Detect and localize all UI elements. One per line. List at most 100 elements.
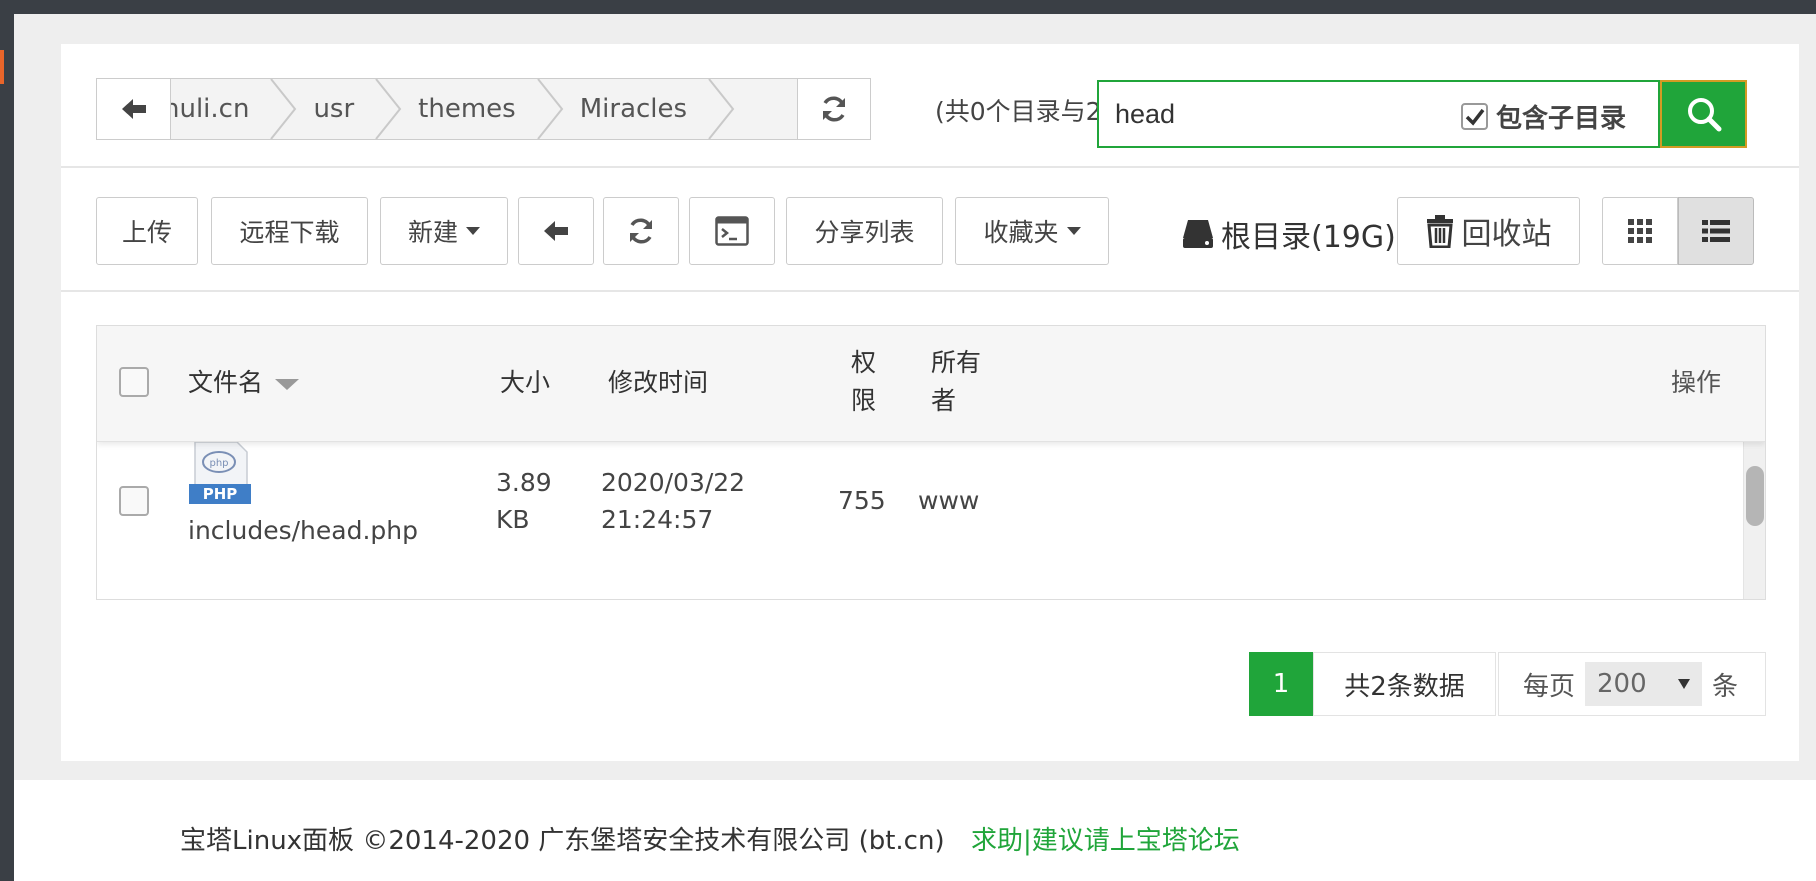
column-header-owner-line1: 所有	[931, 348, 982, 377]
recycle-bin-label: 回收站	[1461, 217, 1552, 252]
refresh-icon	[823, 96, 845, 122]
breadcrumb-label: Miracles	[579, 94, 688, 124]
remote-download-label: 远程下载	[239, 218, 340, 247]
root-disk-label: 根目录(19G)	[1221, 220, 1396, 255]
back-button[interactable]	[518, 197, 594, 265]
side-tab-marker	[0, 50, 4, 84]
table-header: 文件名 大小 修改时间 权 限 所有 者 操作	[97, 326, 1765, 442]
window-top-border	[0, 0, 1816, 14]
breadcrumb-item[interactable]: Miracles	[580, 79, 737, 139]
column-header-size[interactable]: 大小	[500, 364, 550, 402]
breadcrumb-item[interactable]: usr	[313, 79, 404, 139]
breadcrumb-separator-icon	[375, 79, 402, 139]
page-size-suffix: 条	[1712, 671, 1739, 702]
upload-label: 上传	[121, 218, 172, 247]
search-icon	[1687, 98, 1721, 132]
remote-download-button[interactable]: 远程下载	[211, 197, 368, 265]
window-left-border	[0, 0, 14, 881]
refresh-icon	[630, 218, 652, 244]
breadcrumb: nuli.cn usr themes Miracles	[163, 79, 737, 139]
file-table: 文件名 大小 修改时间 权 限 所有 者 操作 php PHP includes…	[96, 325, 1766, 600]
trash-icon	[1426, 215, 1453, 248]
breadcrumb-separator-icon	[536, 79, 563, 139]
breadcrumb-item[interactable]: themes	[418, 79, 566, 139]
footer-help-link[interactable]: 求助|建议请上宝塔论坛	[971, 820, 1240, 857]
breadcrumb-separator-icon	[708, 79, 735, 139]
sort-caret-icon	[275, 378, 300, 390]
refresh-button[interactable]	[603, 197, 679, 265]
favorites-label: 收藏夹	[983, 218, 1059, 247]
path-bar: nuli.cn usr themes Miracles	[96, 78, 832, 140]
breadcrumb-label: usr	[313, 94, 355, 124]
table-scrollbar-thumb[interactable]	[1746, 466, 1764, 526]
column-header-mtime[interactable]: 修改时间	[608, 364, 708, 402]
pagination-total: 共2条数据	[1313, 652, 1496, 716]
select-all-checkbox[interactable]	[119, 367, 149, 397]
caret-down-icon	[466, 227, 480, 235]
share-list-label: 分享列表	[814, 218, 915, 247]
file-name-link[interactable]: includes/head.php	[188, 512, 418, 550]
breadcrumb-label: themes	[418, 94, 516, 124]
list-icon	[1702, 220, 1730, 242]
terminal-icon	[715, 216, 749, 246]
divider	[61, 290, 1799, 292]
file-manager-panel: nuli.cn usr themes Miracles (共0个目录与2 hea…	[61, 44, 1799, 761]
path-back-button[interactable]	[97, 79, 171, 139]
php-file-icon: php PHP	[189, 441, 251, 504]
grid-icon	[1628, 219, 1652, 243]
grid-view-button[interactable]	[1602, 197, 1678, 265]
checkmark-icon	[1465, 108, 1484, 126]
column-header-name[interactable]: 文件名	[188, 364, 300, 402]
column-header-perm-line1: 权	[851, 348, 877, 377]
arrow-left-icon	[544, 221, 568, 241]
path-refresh-button[interactable]	[797, 78, 871, 140]
breadcrumb-item[interactable]: nuli.cn	[163, 79, 299, 139]
file-mtime-time: 21:24:57	[601, 505, 714, 534]
new-label: 新建	[407, 218, 458, 247]
page-size-value: 200	[1597, 669, 1647, 699]
search-box: 包含子目录	[1097, 80, 1660, 148]
column-header-name-label: 文件名	[188, 368, 264, 397]
hard-drive-icon	[1183, 220, 1213, 248]
footer: 宝塔Linux面板 ©2014-2020 广东堡塔安全技术有限公司 (bt.cn…	[14, 780, 1816, 881]
page-size-prefix: 每页	[1523, 671, 1576, 702]
file-size-unit: KB	[496, 505, 530, 534]
content-background: nuli.cn usr themes Miracles (共0个目录与2 hea…	[14, 14, 1816, 780]
pagination-current-page[interactable]: 1	[1249, 652, 1313, 716]
dropdown-arrow-icon	[1678, 679, 1691, 689]
breadcrumb-separator-icon	[270, 79, 297, 139]
caret-down-icon	[1066, 227, 1081, 235]
list-view-button[interactable]	[1678, 197, 1754, 265]
recycle-bin-button[interactable]: 回收站	[1397, 197, 1580, 265]
arrow-left-icon	[121, 99, 146, 119]
table-body: php PHP includes/head.php 3.89 KB 2020/0…	[97, 441, 1765, 599]
favorites-dropdown-button[interactable]: 收藏夹	[955, 197, 1109, 265]
table-row[interactable]: php PHP includes/head.php 3.89 KB 2020/0…	[97, 441, 1743, 599]
file-size-value: 3.89	[496, 468, 552, 497]
root-disk-info[interactable]: 根目录(19G)	[1181, 212, 1396, 256]
file-mtime-date: 2020/03/22	[601, 468, 746, 497]
search-input[interactable]	[1115, 94, 1445, 134]
new-dropdown-button[interactable]: 新建	[380, 197, 508, 265]
column-header-owner-line2: 者	[931, 386, 957, 415]
include-subdirs-toggle[interactable]: 包含子目录	[1461, 98, 1626, 135]
breadcrumb-label: nuli.cn	[163, 94, 250, 124]
page-size-control: 每页 200 条	[1498, 652, 1766, 716]
file-owner[interactable]: www	[918, 482, 979, 520]
row-checkbox[interactable]	[119, 486, 149, 516]
file-permission[interactable]: 755	[838, 482, 886, 520]
directory-summary: (共0个目录与2	[935, 97, 1102, 126]
upload-button[interactable]: 上传	[96, 197, 198, 265]
footer-copyright: 宝塔Linux面板 ©2014-2020 广东堡塔安全技术有限公司 (bt.cn…	[180, 826, 945, 856]
divider	[61, 166, 1799, 168]
table-scrollbar[interactable]	[1743, 442, 1765, 599]
column-header-perm-line2: 限	[851, 386, 877, 415]
page-size-select[interactable]: 200	[1585, 662, 1703, 706]
share-list-button[interactable]: 分享列表	[786, 197, 943, 265]
include-subdirs-label: 包含子目录	[1496, 104, 1627, 134]
terminal-button[interactable]	[689, 197, 775, 265]
search-button[interactable]	[1660, 80, 1747, 148]
column-header-actions: 操作	[1671, 368, 1722, 397]
php-icon-label: PHP	[203, 485, 238, 503]
include-subdirs-checkbox[interactable]	[1461, 103, 1488, 130]
